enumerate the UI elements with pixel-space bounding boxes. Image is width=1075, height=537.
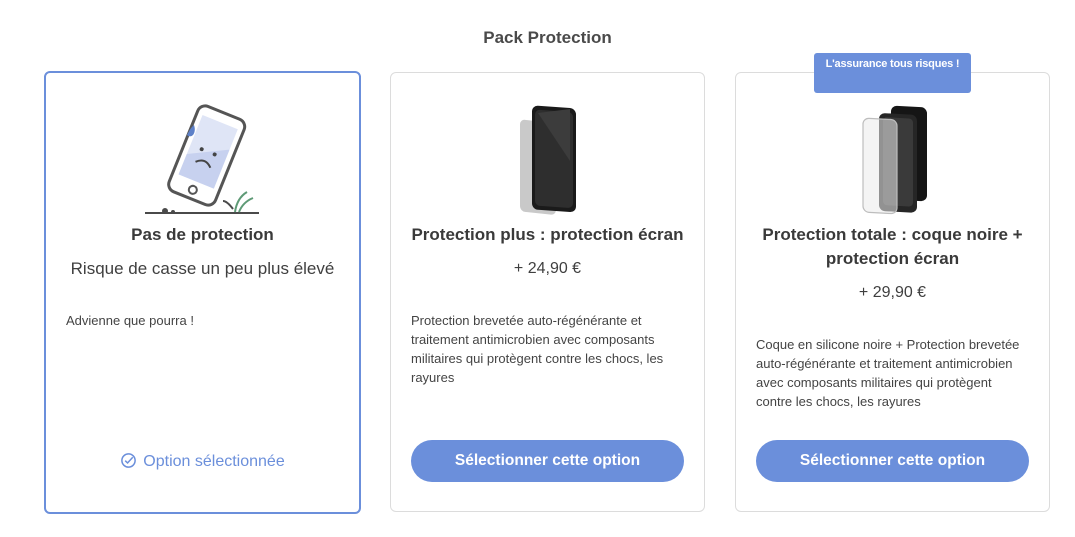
card-description: Coque en silicone noire + Protection bre… [756,337,1020,409]
select-option-button[interactable]: Sélectionner cette option [756,440,1029,482]
case-and-screen-protector-icon [736,101,1049,221]
option-card-protection-totale[interactable]: Protection totale : coque noire + protec… [735,72,1050,512]
card-title: Protection plus : protection écran [411,225,684,244]
option-card-protection-plus[interactable]: Protection plus : protection écran + 24,… [390,72,705,512]
page-title: Pack Protection [483,28,612,47]
option-card-no-protection[interactable]: Pas de protection Risque de casse un peu… [44,71,361,514]
check-circle-icon [121,453,137,468]
select-option-button[interactable]: Sélectionner cette option [411,440,684,482]
card-description: Protection brevetée auto-régénérante et … [411,313,664,385]
card-price: + 24,90 € [513,260,582,277]
screen-protector-icon [391,101,704,221]
card-title: Protection totale : coque noire + protec… [762,225,1023,268]
card-subtitle: Risque de casse un peu plus élevé [70,259,335,278]
option-selected-indicator[interactable]: Option sélectionnée [46,452,359,471]
selected-label-text: Option sélectionnée [143,453,285,470]
recommended-badge: L'assurance tous risques ! [814,53,971,93]
card-title: Pas de protection [131,225,274,244]
card-description: Advienne que pourra ! [66,313,194,328]
broken-phone-icon [46,101,359,221]
card-price: + 29,90 € [858,284,927,301]
